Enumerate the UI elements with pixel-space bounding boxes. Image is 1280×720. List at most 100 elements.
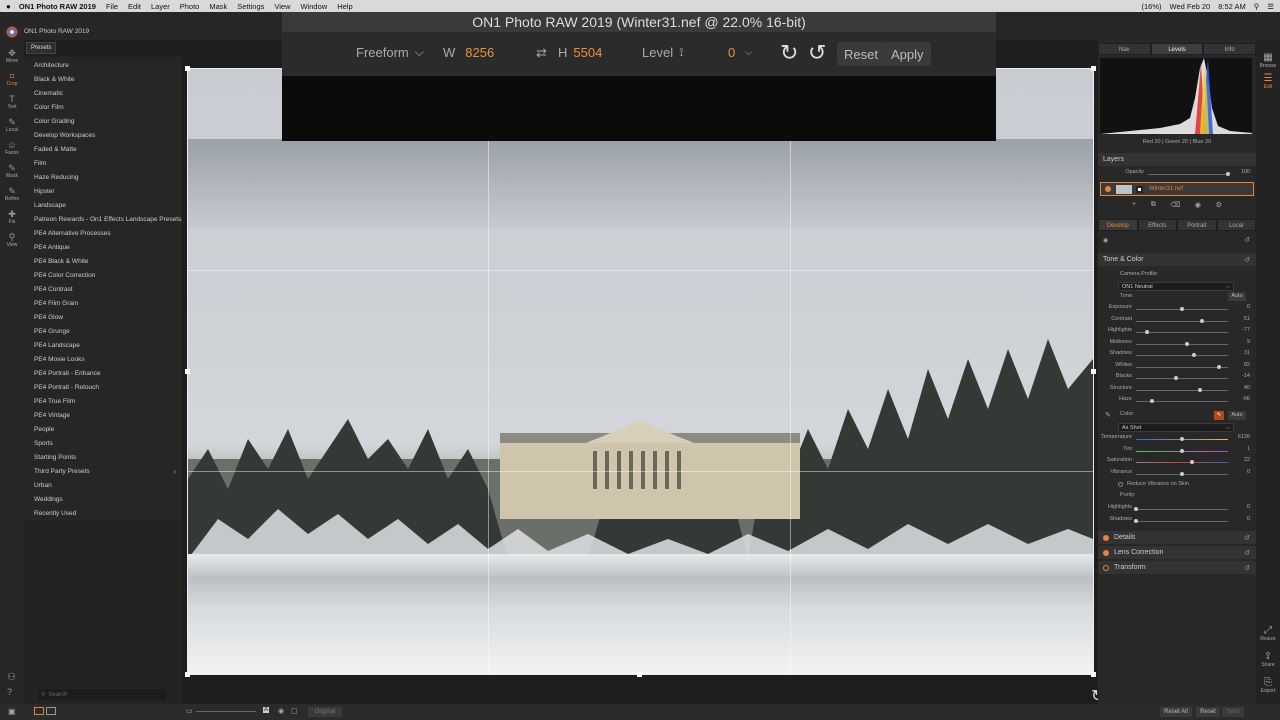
layers-header[interactable]: Layers <box>1098 153 1256 166</box>
crop-handle[interactable] <box>185 66 190 71</box>
slider-haze[interactable]: Haze -66 <box>1098 396 1256 407</box>
angle-field[interactable]: 0 ⌵ <box>728 45 752 60</box>
visibility-icon[interactable] <box>1105 186 1111 192</box>
preset-category[interactable]: Cinematic <box>24 86 182 100</box>
details-header[interactable]: Details ↺ <box>1098 531 1256 544</box>
layer-settings-icon[interactable]: ⚙ <box>1216 201 1222 211</box>
white-balance-dropdown[interactable]: As Shot ⌵ <box>1118 423 1234 432</box>
tool-local[interactable]: ✎ Local <box>0 113 24 136</box>
menu-file[interactable]: File <box>106 2 118 11</box>
slider-knob[interactable] <box>1180 437 1184 441</box>
menu-settings[interactable]: Settings <box>237 2 264 11</box>
search-icon[interactable]: ⚲ <box>1254 2 1260 11</box>
slider-knob[interactable] <box>1145 330 1150 334</box>
reset-all-button[interactable]: Reset All <box>1160 707 1192 717</box>
reset-icon[interactable]: ↺ <box>1244 236 1250 244</box>
tab-presets[interactable]: Presets <box>26 42 57 54</box>
preset-category[interactable]: Faded & Matte <box>24 142 182 156</box>
apply-button[interactable]: Apply <box>884 42 931 66</box>
reset-bottom-button[interactable]: Reset <box>1196 707 1220 717</box>
crop-handle[interactable] <box>1091 66 1096 71</box>
preset-search-input[interactable]: ⚲ Search <box>38 689 166 700</box>
preset-category[interactable]: Color Film <box>24 100 182 114</box>
tab-develop[interactable]: Develop <box>1098 219 1138 231</box>
menu-window[interactable]: Window <box>301 2 328 11</box>
visibility-icon[interactable] <box>1103 549 1109 556</box>
reset-icon[interactable]: ↺ <box>1244 534 1250 542</box>
preset-category[interactable]: PE4 Landscape <box>24 338 182 352</box>
tone-color-header[interactable]: Tone & Color ↺ <box>1098 253 1256 266</box>
reset-icon[interactable]: ↺ <box>1244 256 1250 264</box>
apple-menu-icon[interactable]: ● <box>6 2 11 11</box>
preset-category[interactable]: Hipster <box>24 184 182 198</box>
preset-category[interactable]: Haze Reducing <box>24 170 182 184</box>
slider-knob[interactable] <box>1180 307 1184 311</box>
visibility-icon[interactable] <box>1103 564 1109 571</box>
preset-category[interactable]: PE4 Portrait - Enhance <box>24 366 182 380</box>
slider-knob[interactable] <box>1149 399 1154 403</box>
app-menu[interactable]: ON1 Photo RAW 2019 <box>19 2 96 11</box>
preset-category[interactable]: PE4 Color Correction <box>24 268 182 282</box>
tone-auto-button[interactable]: Auto <box>1228 292 1246 301</box>
preset-category[interactable]: People <box>24 422 182 436</box>
tool-refine[interactable]: ✎ Refine <box>0 182 24 205</box>
preset-category[interactable]: Weddings <box>24 492 182 506</box>
rotate-left-icon[interactable]: ↺ <box>808 40 826 66</box>
preset-category[interactable]: Sports <box>24 436 182 450</box>
module-share[interactable]: ⇪ Share <box>1256 651 1280 668</box>
merge-layer-icon[interactable]: ◉ <box>1195 201 1201 211</box>
preset-category[interactable]: Third Party Presets › <box>24 464 182 478</box>
slider-temperature[interactable]: Temperature 6126 <box>1098 434 1256 445</box>
preset-category[interactable]: Landscape <box>24 198 182 212</box>
slider-knob[interactable] <box>1180 471 1184 476</box>
battery-status[interactable]: (16%) <box>1141 2 1161 11</box>
clock-date[interactable]: Wed Feb 20 <box>1170 2 1211 11</box>
preset-category[interactable]: Black & White <box>24 72 182 86</box>
width-field[interactable]: W 8256 <box>443 45 494 60</box>
menu-mask[interactable]: Mask <box>209 2 227 11</box>
crop-handle[interactable] <box>185 369 190 374</box>
height-field[interactable]: H 5504 <box>558 45 602 60</box>
slider-contrast[interactable]: Contrast 51 <box>1098 316 1256 327</box>
module-edit[interactable]: ☰ Edit <box>1256 73 1280 90</box>
transform-header[interactable]: Transform ↺ <box>1098 561 1256 574</box>
preset-category[interactable]: PE4 Contrast <box>24 282 182 296</box>
preset-category[interactable]: Develop Workspaces <box>24 128 182 142</box>
module-resize[interactable]: ⤢ Resize <box>1256 625 1280 642</box>
preset-category[interactable]: PE4 Grunge <box>24 324 182 338</box>
menu-layer[interactable]: Layer <box>151 2 170 11</box>
slider-knob[interactable] <box>1216 364 1221 369</box>
slider-knob[interactable] <box>1190 460 1195 464</box>
reset-button[interactable]: Reset <box>837 42 885 66</box>
tab-nav[interactable]: Nav <box>1098 43 1151 55</box>
compare-icon[interactable] <box>46 707 56 715</box>
preset-category[interactable]: Recently Used <box>24 506 182 520</box>
slider-shadows[interactable]: Shadows 0 <box>1098 516 1256 527</box>
visibility-icon[interactable] <box>1103 534 1109 541</box>
slider-vibrance[interactable]: Vibrance 0 <box>1098 469 1256 480</box>
tool-view[interactable]: ⚲ View <box>0 228 24 251</box>
module-export[interactable]: ⎘ Export <box>1256 677 1280 694</box>
preset-category[interactable]: PE4 Vintage <box>24 408 182 422</box>
reset-icon[interactable]: ↺ <box>1244 564 1250 572</box>
reduce-vibrance-checkbox[interactable]: Reduce Vibrance on Skin <box>1118 481 1189 487</box>
add-layer-icon[interactable]: + <box>1132 201 1136 211</box>
crop-handle[interactable] <box>637 672 642 677</box>
slider-knob[interactable] <box>1198 387 1203 392</box>
level-tool[interactable]: Level ⟟ <box>642 45 684 60</box>
mask-view-icon[interactable]: A <box>263 707 270 713</box>
tool-text[interactable]: T Text <box>0 90 24 113</box>
menu-edit[interactable]: Edit <box>128 2 141 11</box>
tab-info[interactable]: Info <box>1203 43 1257 55</box>
tab-local[interactable]: Local <box>1216 219 1256 231</box>
preset-category[interactable]: Starting Points <box>24 450 182 464</box>
slider-whites[interactable]: Whites 82 <box>1098 362 1256 373</box>
menu-help[interactable]: Help <box>337 2 352 11</box>
menu-list-icon[interactable]: ☰ <box>1267 2 1274 11</box>
panel-toggle-icon[interactable]: ▣ <box>8 707 16 716</box>
slider-saturation[interactable]: Saturation 22 <box>1098 457 1256 468</box>
slider-knob[interactable] <box>1134 518 1138 523</box>
slider-knob[interactable] <box>1191 353 1196 357</box>
lens-correction-header[interactable]: Lens Correction ↺ <box>1098 546 1256 559</box>
filmstrip-icon[interactable] <box>34 707 44 715</box>
